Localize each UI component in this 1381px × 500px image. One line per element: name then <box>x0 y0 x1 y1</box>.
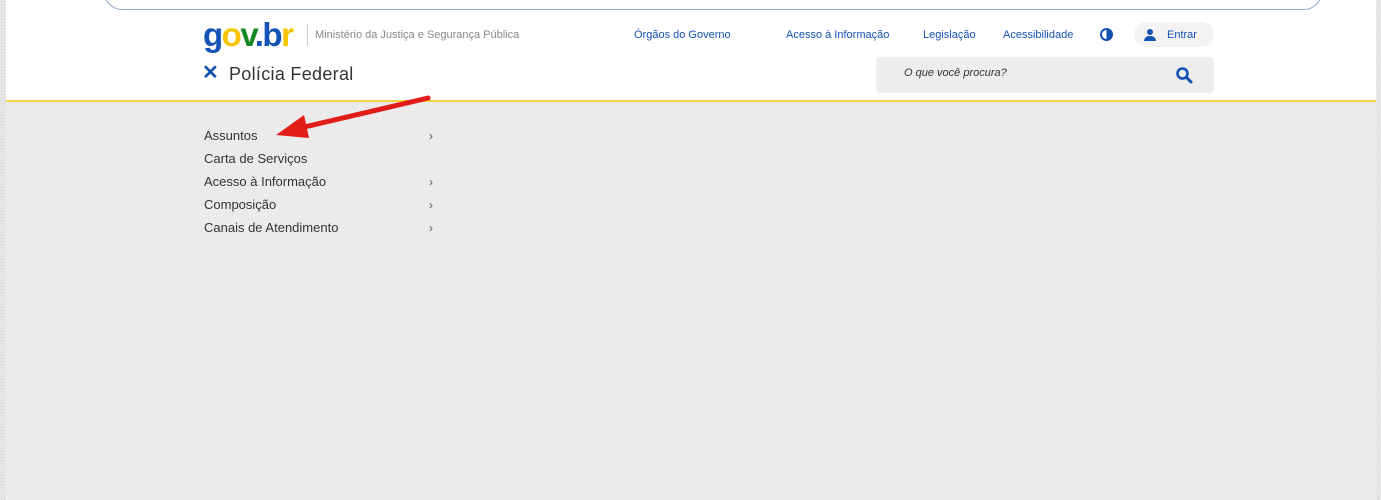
contrast-icon[interactable] <box>1100 28 1113 41</box>
header-divider <box>307 24 308 46</box>
chevron-right-icon: › <box>429 175 433 189</box>
menu-item-acesso-a-informacao[interactable]: Acesso à Informação › <box>204 173 444 196</box>
chevron-right-icon: › <box>429 221 433 235</box>
search-box <box>876 57 1214 93</box>
main-menu: Assuntos › Carta de Serviços Acesso à In… <box>204 127 444 242</box>
menu-item-composicao[interactable]: Composição › <box>204 196 444 219</box>
user-icon <box>1144 28 1156 41</box>
close-menu-icon[interactable]: ✕ <box>202 63 219 83</box>
search-icon[interactable] <box>1175 66 1193 84</box>
link-acessibilidade[interactable]: Acessibilidade <box>1003 29 1073 41</box>
login-label: Entrar <box>1167 28 1197 41</box>
menu-item-label: Assuntos <box>204 128 258 143</box>
site-title[interactable]: Polícia Federal <box>229 64 354 85</box>
menu-item-label: Composição <box>204 197 277 212</box>
link-legislacao[interactable]: Legislação <box>923 29 976 41</box>
gov-br-logo[interactable]: gov.br <box>203 18 294 51</box>
menu-item-label: Carta de Serviços <box>204 151 308 166</box>
site-header: gov.br Ministério da Justiça e Segurança… <box>6 0 1376 102</box>
chevron-right-icon: › <box>429 198 433 212</box>
link-orgaos-do-governo[interactable]: Órgãos do Governo <box>634 29 731 41</box>
browser-frame-arc <box>104 0 1322 10</box>
login-button[interactable]: Entrar <box>1134 22 1214 47</box>
annotation-arrow-icon <box>276 95 431 138</box>
ministry-name: Ministério da Justiça e Segurança Públic… <box>315 29 520 41</box>
menu-item-label: Acesso à Informação <box>204 174 327 189</box>
menu-item-label: Canais de Atendimento <box>204 220 339 235</box>
link-acesso-a-informacao[interactable]: Acesso à Informação <box>786 29 889 41</box>
page: gov.br Ministério da Justiça e Segurança… <box>6 0 1376 500</box>
search-input[interactable] <box>904 67 1174 79</box>
menu-item-carta-de-servicos[interactable]: Carta de Serviços <box>204 150 444 173</box>
menu-item-canais-de-atendimento[interactable]: Canais de Atendimento › <box>204 219 444 242</box>
